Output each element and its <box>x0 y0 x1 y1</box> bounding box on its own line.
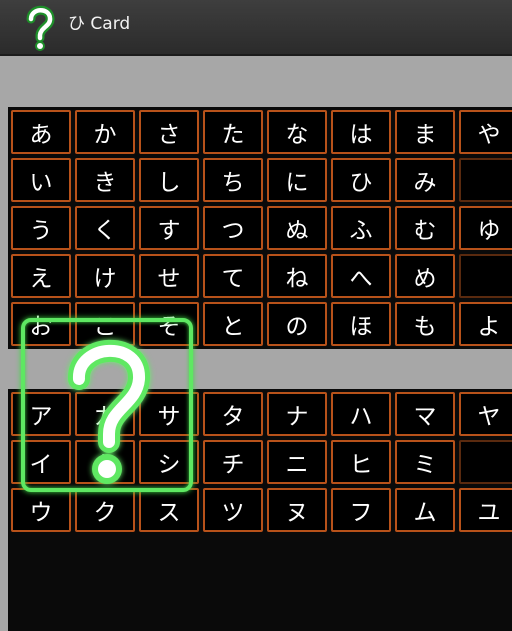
kana-card[interactable]: ち <box>203 158 263 202</box>
kana-card[interactable]: し <box>139 158 199 202</box>
kana-card[interactable]: め <box>395 254 455 298</box>
kana-card[interactable]: ニ <box>267 440 327 484</box>
kana-card[interactable]: な <box>267 110 327 154</box>
kana-card[interactable]: へ <box>331 254 391 298</box>
kana-card[interactable]: ツ <box>203 488 263 532</box>
empty-cell <box>459 254 512 298</box>
kana-card[interactable]: ク <box>75 488 135 532</box>
kana-card[interactable]: も <box>395 302 455 346</box>
kana-card[interactable]: ヒ <box>331 440 391 484</box>
kana-card[interactable]: ね <box>267 254 327 298</box>
kana-card[interactable]: う <box>11 206 71 250</box>
kana-card[interactable]: ヌ <box>267 488 327 532</box>
kana-card[interactable]: ぬ <box>267 206 327 250</box>
kana-card[interactable]: せ <box>139 254 199 298</box>
kana-card[interactable]: ふ <box>331 206 391 250</box>
kana-card[interactable]: や <box>459 110 512 154</box>
question-overlay-button[interactable] <box>21 318 193 492</box>
kana-card[interactable]: ウ <box>11 488 71 532</box>
kana-card[interactable]: い <box>11 158 71 202</box>
kana-card[interactable]: チ <box>203 440 263 484</box>
kana-card[interactable]: フ <box>331 488 391 532</box>
kana-card[interactable]: て <box>203 254 263 298</box>
kana-card[interactable]: き <box>75 158 135 202</box>
kana-card[interactable]: ム <box>395 488 455 532</box>
kana-card[interactable]: ほ <box>331 302 391 346</box>
question-mark-icon[interactable] <box>20 3 60 53</box>
kana-card[interactable]: け <box>75 254 135 298</box>
kana-card[interactable]: マ <box>395 392 455 436</box>
kana-card[interactable]: に <box>267 158 327 202</box>
kana-card[interactable]: と <box>203 302 263 346</box>
kana-card[interactable]: く <box>75 206 135 250</box>
kana-card[interactable]: ス <box>139 488 199 532</box>
kana-card[interactable]: た <box>203 110 263 154</box>
hiragana-grid: あかさたなはまやいきしちにひみうくすつぬふむゆえけせてねへめおこそとのほもよ <box>8 107 512 349</box>
kana-card[interactable]: あ <box>11 110 71 154</box>
kana-card[interactable]: ひ <box>331 158 391 202</box>
empty-cell <box>459 440 512 484</box>
kana-card[interactable]: み <box>395 158 455 202</box>
kana-card[interactable]: む <box>395 206 455 250</box>
kana-card[interactable]: ハ <box>331 392 391 436</box>
app-title: ひ Card <box>68 14 131 34</box>
kana-card[interactable]: タ <box>203 392 263 436</box>
kana-card[interactable]: は <box>331 110 391 154</box>
kana-card[interactable]: の <box>267 302 327 346</box>
kana-card[interactable]: え <box>11 254 71 298</box>
kana-card[interactable]: ま <box>395 110 455 154</box>
app-bar: ひ Card <box>0 0 512 56</box>
kana-card[interactable]: ゆ <box>459 206 512 250</box>
kana-card[interactable]: ヤ <box>459 392 512 436</box>
kana-card[interactable]: ユ <box>459 488 512 532</box>
kana-card[interactable]: す <box>139 206 199 250</box>
empty-cell <box>459 158 512 202</box>
kana-card[interactable]: か <box>75 110 135 154</box>
kana-card[interactable]: ナ <box>267 392 327 436</box>
kana-card[interactable]: つ <box>203 206 263 250</box>
kana-card[interactable]: よ <box>459 302 512 346</box>
kana-card[interactable]: さ <box>139 110 199 154</box>
kana-card[interactable]: ミ <box>395 440 455 484</box>
question-mark-icon <box>68 339 150 484</box>
